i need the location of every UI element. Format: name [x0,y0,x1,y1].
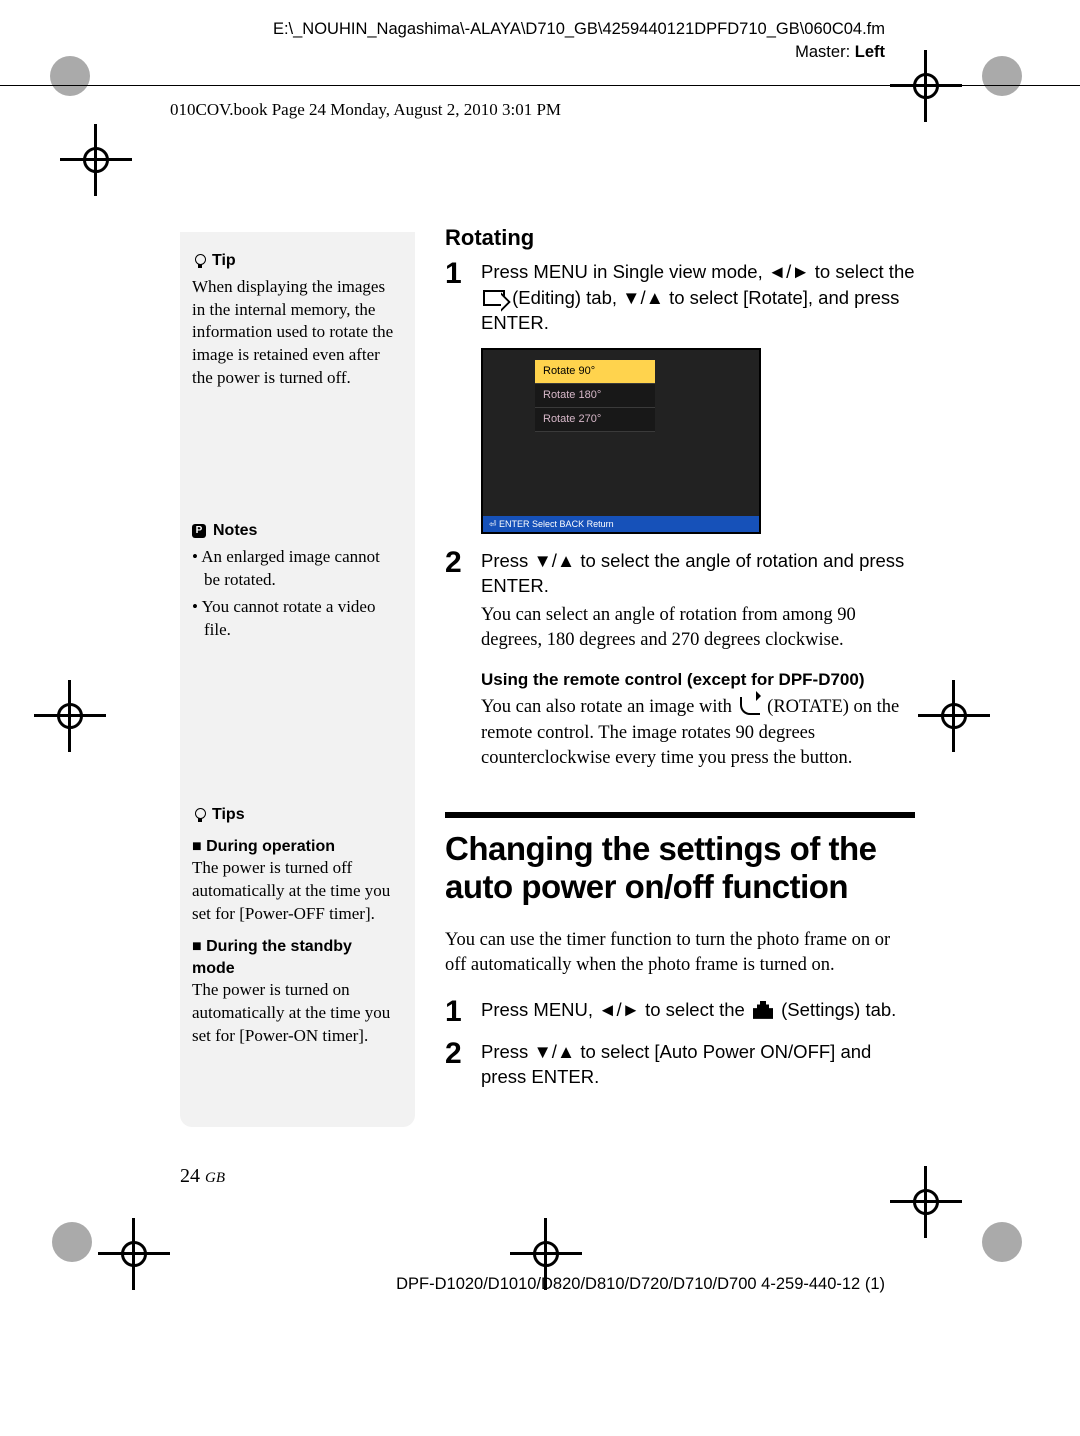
arrow-left-icon: ◄ [598,997,616,1023]
crop-mark-icon [54,700,86,732]
notes-block: P Notes An enlarged image cannot be rota… [192,520,397,641]
sidebar: Tip When displaying the images in the in… [180,232,415,1127]
tip-heading: Tip [192,250,397,272]
rotate-option: Rotate 90° [535,360,655,384]
crop-mark-icon [938,700,970,732]
rotating-heading: Rotating [445,223,915,253]
crop-mark-icon [910,1186,942,1218]
step-number: 1 [445,997,467,1027]
file-path: E:\_NOUHIN_Nagashima\-ALAYA\D710_GB\4259… [273,20,885,39]
step-number: 1 [445,259,467,336]
crop-mark-icon [80,144,112,176]
step-2: 2 Press ▼/▲ to select the angle of rotat… [445,548,915,772]
book-info: 010COV.book Page 24 Monday, August 2, 20… [170,100,561,120]
step-2b: 2 Press ▼/▲ to select [Auto Power ON/OFF… [445,1039,915,1090]
tips-block: Tips During operation The power is turne… [192,804,397,1048]
note-icon: P [192,524,206,538]
reg-disc [50,56,90,96]
page-number: 24 GB [180,1165,225,1188]
arrow-left-icon: ◄ [768,259,786,285]
rotate-option: Rotate 180° [535,384,655,408]
arrow-down-icon: ▼ [533,1039,551,1065]
tip-block: Tip When displaying the images in the in… [192,250,397,390]
arrow-right-icon: ► [791,259,809,285]
step-body: Press MENU in Single view mode, ◄/► to s… [481,259,915,336]
step-number: 2 [445,548,467,772]
tips-heading: Tips [192,804,397,826]
settings-tab-icon [753,1001,773,1019]
bulb-icon [192,253,208,269]
operation-heading: During operation [192,836,397,858]
step-body: Press MENU, ◄/► to select the (Settings)… [481,997,896,1027]
remote-body: You can also rotate an image with (ROTAT… [481,695,915,772]
colophon: DPF-D1020/D1010/D820/D810/D720/D710/D700… [396,1275,885,1294]
rotate-menu-screenshot: Rotate 90° Rotate 180° Rotate 270° ⏎ ENT… [481,348,761,534]
editing-tab-icon [483,290,505,306]
bulb-icon [192,807,208,823]
step-body: Press ▼/▲ to select [Auto Power ON/OFF] … [481,1039,915,1090]
tip-body: When displaying the images in the intern… [192,276,397,391]
arrow-right-icon: ► [622,997,640,1023]
remote-subheading: Using the remote control (except for DPF… [481,668,915,691]
page: E:\_NOUHIN_Nagashima\-ALAYA\D710_GB\4259… [0,0,1080,1436]
notes-heading: P Notes [192,520,397,542]
section-intro: You can use the timer function to turn t… [445,928,915,979]
step-1: 1 Press MENU in Single view mode, ◄/► to… [445,259,915,336]
reg-disc [52,1222,92,1262]
step-body: Press ▼/▲ to select the angle of rotatio… [481,548,915,772]
help-bar: ⏎ ENTER Select BACK Return [483,516,759,532]
step-1b: 1 Press MENU, ◄/► to select the (Setting… [445,997,915,1027]
crop-mark-icon [530,1238,562,1270]
step-number: 2 [445,1039,467,1090]
header: E:\_NOUHIN_Nagashima\-ALAYA\D710_GB\4259… [273,20,885,62]
rotate-option: Rotate 270° [535,408,655,432]
master-side: Master: Left [273,43,885,62]
reg-disc [982,1222,1022,1262]
section-heading: Changing the settings of the auto power … [445,830,915,906]
rotate-button-icon [740,697,760,715]
reg-disc [982,56,1022,96]
step-detail: You can select an angle of rotation from… [481,603,915,654]
arrow-up-icon: ▲ [646,285,664,311]
arrow-up-icon: ▲ [557,1039,575,1065]
arrow-down-icon: ▼ [622,285,640,311]
arrow-down-icon: ▼ [533,548,551,574]
standby-body: The power is turned on automatically at … [192,979,397,1048]
section-rule [445,812,915,818]
rotate-menu: Rotate 90° Rotate 180° Rotate 270° [535,360,655,433]
crop-mark-icon [910,70,942,102]
arrow-up-icon: ▲ [557,548,575,574]
rule [0,85,1080,86]
list-item: You cannot rotate a video file. [192,596,397,642]
standby-heading: During the standby mode [192,936,397,979]
list-item: An enlarged image cannot be rotated. [192,546,397,592]
main: Rotating 1 Press MENU in Single view mod… [445,223,915,1102]
crop-mark-icon [118,1238,150,1270]
notes-list: An enlarged image cannot be rotated. You… [192,546,397,642]
operation-body: The power is turned off automatically at… [192,857,397,926]
